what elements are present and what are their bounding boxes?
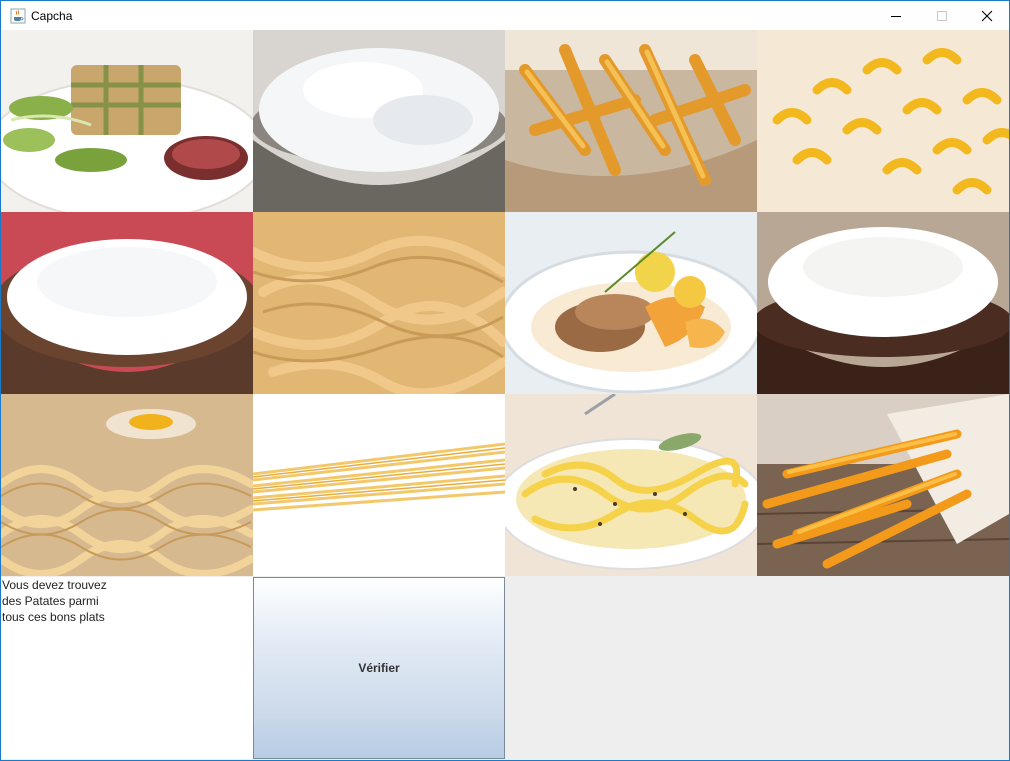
tile-fries-cone[interactable] (757, 394, 1009, 576)
tile-fresh-pasta-egg[interactable] (1, 394, 253, 576)
close-button[interactable] (964, 1, 1010, 31)
tile-spaghetti-dry[interactable] (253, 394, 505, 576)
minimize-button[interactable] (873, 1, 919, 31)
instruction-line: des Patates parmi (2, 594, 99, 608)
food-photo (757, 394, 1009, 576)
food-photo (505, 394, 757, 576)
food-photo (253, 30, 505, 212)
tile-macaroni[interactable] (757, 30, 1009, 212)
food-photo (1, 30, 253, 212)
close-icon (981, 10, 993, 22)
tile-fries-basket[interactable] (505, 30, 757, 212)
verify-button-label: Vérifier (358, 661, 400, 675)
instruction-line: Vous devez trouvez (2, 578, 107, 592)
food-photo (505, 212, 757, 394)
instruction-line: tous ces bons plats (2, 610, 105, 624)
instruction-text: Vous devez trouvez des Patates parmi tou… (1, 577, 253, 759)
food-photo (757, 212, 1009, 394)
window-title: Capcha (31, 9, 73, 23)
java-cup-icon (10, 8, 26, 24)
tile-meat-zucchini-wellington[interactable] (1, 30, 253, 212)
tile-rice-bowl-grey[interactable] (253, 30, 505, 212)
title-bar: Capcha (1, 1, 1009, 31)
food-photo (757, 30, 1009, 212)
food-photo (505, 30, 757, 212)
tile-pasta-cream-plate[interactable] (505, 394, 757, 576)
minimize-icon (891, 16, 901, 17)
tile-rice-bowl-wood[interactable] (1, 212, 253, 394)
food-photo (253, 394, 505, 576)
maximize-button[interactable] (919, 1, 965, 31)
tile-chicken-peach[interactable] (505, 212, 757, 394)
empty-panel (505, 577, 1009, 759)
food-photo (1, 394, 253, 576)
food-photo (253, 212, 505, 394)
maximize-icon (937, 11, 947, 21)
tile-rice-bowl-dark[interactable] (757, 212, 1009, 394)
food-photo (1, 212, 253, 394)
tile-tagliatelle[interactable] (253, 212, 505, 394)
verify-button[interactable]: Vérifier (253, 577, 505, 759)
